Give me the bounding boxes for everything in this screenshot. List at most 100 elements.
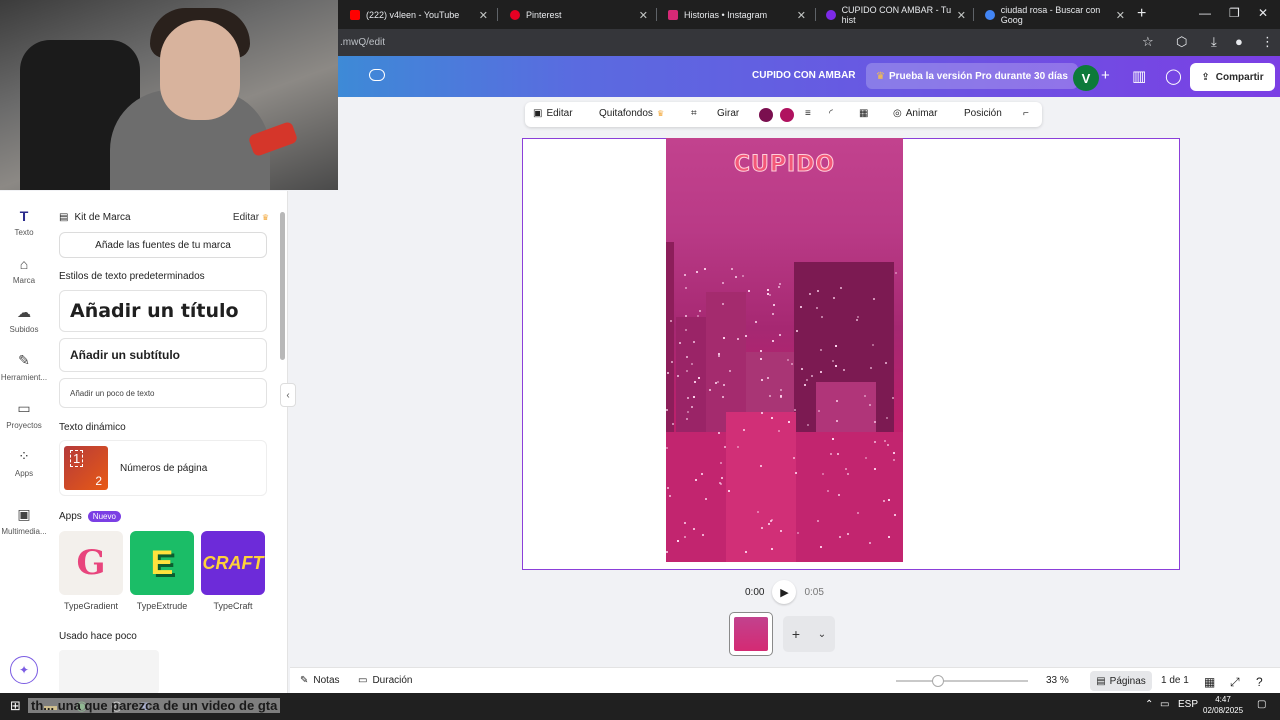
notes-button[interactable]: ✎ Notas bbox=[300, 675, 340, 686]
grid-view-icon[interactable]: ▦ bbox=[1204, 675, 1215, 689]
restore-icon[interactable]: ❐ bbox=[1229, 6, 1240, 20]
app-typeextrude[interactable]: E bbox=[130, 531, 194, 595]
new-tab-button[interactable]: + bbox=[1137, 5, 1146, 23]
help-icon[interactable]: ? bbox=[1256, 675, 1263, 689]
recent-item[interactable] bbox=[59, 650, 159, 694]
building-window bbox=[769, 294, 771, 296]
building-window bbox=[888, 499, 890, 501]
tab-title: CUPIDO CON AMBAR - Tu hist bbox=[841, 5, 952, 25]
play-button[interactable]: ▶ bbox=[772, 580, 797, 604]
rail-item-apps[interactable]: ⁘ Apps bbox=[0, 448, 48, 478]
media-icon: ▣ bbox=[17, 506, 31, 522]
pro-trial-button[interactable]: ♛ Prueba la versión Pro durante 30 días bbox=[866, 63, 1078, 89]
comment-icon[interactable]: ◯ bbox=[1165, 67, 1182, 85]
tab-pinterest[interactable]: Pinterest ✕ bbox=[502, 4, 652, 26]
url-field[interactable]: .mwQ/edit bbox=[340, 37, 385, 48]
rail-item-text[interactable]: T Texto bbox=[0, 208, 48, 237]
transparency-button[interactable]: ▦ bbox=[859, 108, 868, 119]
copy-style-button[interactable]: ⌐ bbox=[1023, 108, 1029, 119]
tab-instagram[interactable]: Historias • Instagram ✕ bbox=[660, 4, 810, 26]
google-icon bbox=[985, 10, 995, 20]
close-icon[interactable]: ✕ bbox=[479, 9, 488, 22]
close-icon[interactable]: ✕ bbox=[797, 9, 806, 22]
page-thumbnail[interactable] bbox=[729, 612, 773, 656]
notification-icon[interactable]: ▢ bbox=[1257, 699, 1266, 710]
add-body-text-button[interactable]: Añadir un poco de texto bbox=[59, 378, 267, 408]
position-button[interactable]: Posición bbox=[964, 108, 1002, 119]
network-icon[interactable]: ▭ bbox=[1160, 699, 1169, 710]
rail-item-media[interactable]: ▣ Multimedia... bbox=[0, 506, 48, 536]
building-window bbox=[745, 551, 747, 553]
duration-button[interactable]: ▭ Duración bbox=[358, 675, 412, 686]
rail-item-brand[interactable]: ⌂ Marca bbox=[0, 256, 48, 285]
new-badge: Nuevo bbox=[87, 511, 121, 522]
tab-youtube[interactable]: (222) v4leen - YouTube ✕ bbox=[342, 4, 492, 26]
chevron-up-icon[interactable]: ⌃ bbox=[1145, 699, 1153, 710]
corner-rounding-button[interactable]: ◜ bbox=[829, 108, 833, 119]
close-icon[interactable]: ✕ bbox=[639, 9, 648, 22]
extensions-icon[interactable]: ⬡ bbox=[1176, 34, 1187, 50]
color-swatch-2[interactable] bbox=[780, 108, 794, 122]
fullscreen-icon[interactable]: ⤢ bbox=[1230, 675, 1240, 690]
bg-remover-button[interactable]: Quitafondos ♛ bbox=[599, 108, 664, 119]
building-window bbox=[869, 542, 871, 544]
building-window bbox=[820, 371, 822, 373]
close-icon[interactable]: ✕ bbox=[1116, 9, 1125, 22]
zoom-slider[interactable] bbox=[896, 680, 1028, 682]
clock[interactable]: 4:47 02/08/2025 bbox=[1203, 694, 1243, 716]
building-window bbox=[670, 320, 672, 322]
design-image[interactable]: CUPIDO bbox=[666, 138, 903, 562]
tab-title: (222) v4leen - YouTube bbox=[366, 10, 460, 20]
edit-label: Editar bbox=[546, 108, 573, 119]
rail-item-projects[interactable]: ▭ Proyectos bbox=[0, 400, 48, 430]
edit-image-button[interactable]: ▣ Editar bbox=[533, 108, 573, 119]
add-brand-fonts-button[interactable]: Añade las fuentes de tu marca bbox=[59, 232, 267, 258]
building-window bbox=[685, 287, 687, 289]
page-numbers-card[interactable]: 1 2 Números de página bbox=[59, 440, 267, 496]
profile-icon[interactable]: ● bbox=[1235, 34, 1243, 49]
color-swatch-1[interactable] bbox=[759, 108, 773, 122]
webcam-face bbox=[160, 20, 240, 120]
app-label: TypeCraft bbox=[213, 601, 253, 611]
minimize-icon[interactable]: — bbox=[1199, 6, 1211, 20]
rail-item-uploads[interactable]: ☁ Subidos bbox=[0, 304, 48, 334]
windows-start-icon[interactable]: ⊞ bbox=[10, 698, 21, 714]
tab-google[interactable]: ciudad rosa - Buscar con Goog ✕ bbox=[977, 4, 1129, 26]
menu-icon[interactable]: ⋮ bbox=[1261, 34, 1274, 50]
app-typecraft[interactable]: CRAFT bbox=[201, 531, 265, 595]
building-window bbox=[780, 396, 782, 398]
cloud-save-icon[interactable] bbox=[369, 69, 385, 81]
add-page-button[interactable]: + ⌄ bbox=[783, 616, 835, 652]
rail-item-tools[interactable]: ✎ Herramient... bbox=[0, 352, 48, 382]
pages-button[interactable]: ▤ Páginas bbox=[1090, 671, 1152, 691]
zoom-level[interactable]: 33 % bbox=[1046, 675, 1069, 686]
animate-button[interactable]: ◎ Animar bbox=[893, 108, 937, 119]
crop-button[interactable]: ⌗ bbox=[691, 108, 697, 119]
analytics-icon[interactable]: ▥ bbox=[1132, 67, 1146, 85]
zoom-slider-handle[interactable] bbox=[932, 675, 944, 687]
brand-kit-edit-button[interactable]: Editar ♛ bbox=[233, 212, 269, 223]
design-title[interactable]: CUPIDO bbox=[666, 152, 903, 178]
close-icon[interactable]: ✕ bbox=[957, 9, 966, 22]
border-style-button[interactable]: ≡ bbox=[805, 108, 811, 119]
building-window bbox=[684, 522, 686, 524]
bookmark-star-icon[interactable]: ☆ bbox=[1142, 34, 1154, 50]
add-subtitle-button[interactable]: Añadir un subtítulo bbox=[59, 338, 267, 372]
app-typegradient[interactable]: G bbox=[59, 531, 123, 595]
share-button[interactable]: ⇪ Compartir bbox=[1190, 63, 1275, 91]
window-close-icon[interactable]: ✕ bbox=[1258, 6, 1268, 20]
rotate-button[interactable]: Girar bbox=[717, 108, 739, 119]
download-icon[interactable]: ⤓ bbox=[1211, 34, 1217, 50]
building-window bbox=[787, 359, 789, 361]
add-collaborator-icon[interactable]: + bbox=[1101, 67, 1110, 84]
tab-canva[interactable]: CUPIDO CON AMBAR - Tu hist ✕ bbox=[818, 4, 970, 26]
magic-assistant-button[interactable]: ✦ bbox=[10, 656, 38, 684]
panel-scrollbar[interactable] bbox=[280, 212, 285, 360]
building-window bbox=[671, 361, 673, 363]
add-title-button[interactable]: Añadir un título bbox=[59, 290, 267, 332]
document-title[interactable]: CUPIDO CON AMBAR bbox=[752, 70, 856, 81]
language-indicator[interactable]: ESP bbox=[1178, 699, 1198, 710]
collapse-panel-button[interactable]: ‹ bbox=[280, 383, 296, 407]
avatar[interactable]: V bbox=[1073, 65, 1099, 91]
typeextrude-logo: E bbox=[150, 543, 174, 582]
